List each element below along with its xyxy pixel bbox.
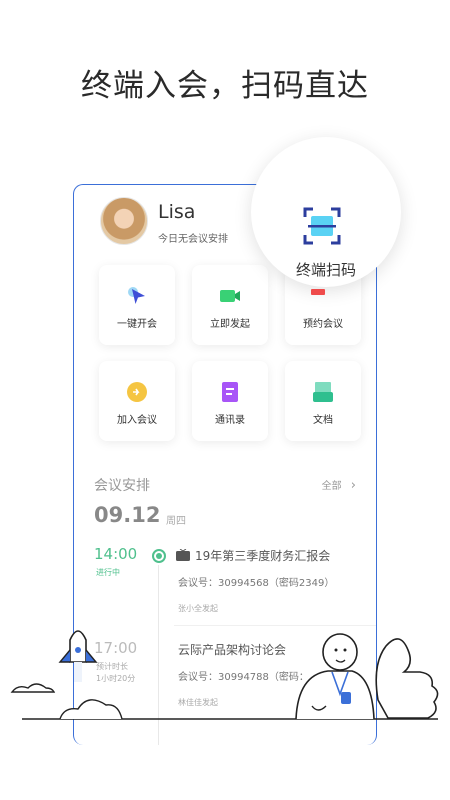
cursor-arrow-icon [128,287,145,304]
cloud-icon [59,699,123,720]
decorative-illustration [10,630,439,720]
view-all-link[interactable]: 全部 › [322,477,356,493]
headline: 终端入会，扫码直达 [81,68,369,104]
calendar-icon [311,289,325,295]
action-label: 一键开会 [117,319,157,330]
meeting-title: 19年第三季度财务汇报会 [195,549,331,563]
meeting-id: 会议号：30994568（密码2349） [178,578,335,589]
contacts-button[interactable]: 通讯录 [192,361,268,441]
live-tv-icon [176,549,190,561]
ongoing-dot-icon [152,549,166,563]
chevron-right-icon: › [350,478,356,493]
video-camera-icon [220,290,240,302]
scan-qr-icon [303,207,341,245]
schedule-weekday: 周四 [166,516,186,527]
join-meeting-button[interactable]: 加入会议 [99,361,175,441]
documents-button[interactable]: 文档 [285,361,361,441]
schedule-date: 09.12 [94,503,161,527]
view-all-label: 全部 [321,481,342,492]
action-label: 预约会议 [303,319,343,330]
user-name: Lisa [158,201,196,223]
user-status: 今日无会议安排 [158,234,228,245]
action-label: 文档 [313,415,333,426]
schedule-section-title: 会议安排 [94,478,150,494]
join-bolt-icon [127,382,147,402]
meeting-time: 14:00 [94,545,138,563]
document-tray-icon [313,382,333,402]
avatar[interactable] [100,197,148,245]
action-label: 立即发起 [210,319,250,330]
contacts-book-icon [222,382,238,402]
quick-meeting-button[interactable]: 一键开会 [99,265,175,345]
action-label: 通讯录 [215,415,245,426]
scan-label: 终端扫码 [295,261,356,279]
meeting-status: 进行中 [96,568,120,577]
terminal-scan-button[interactable]: 终端扫码 [251,137,401,287]
action-label: 加入会议 [117,415,157,426]
person-thumbs-up-icon [295,633,439,720]
rocket-icon [58,630,98,682]
cloud-icon [10,683,56,693]
